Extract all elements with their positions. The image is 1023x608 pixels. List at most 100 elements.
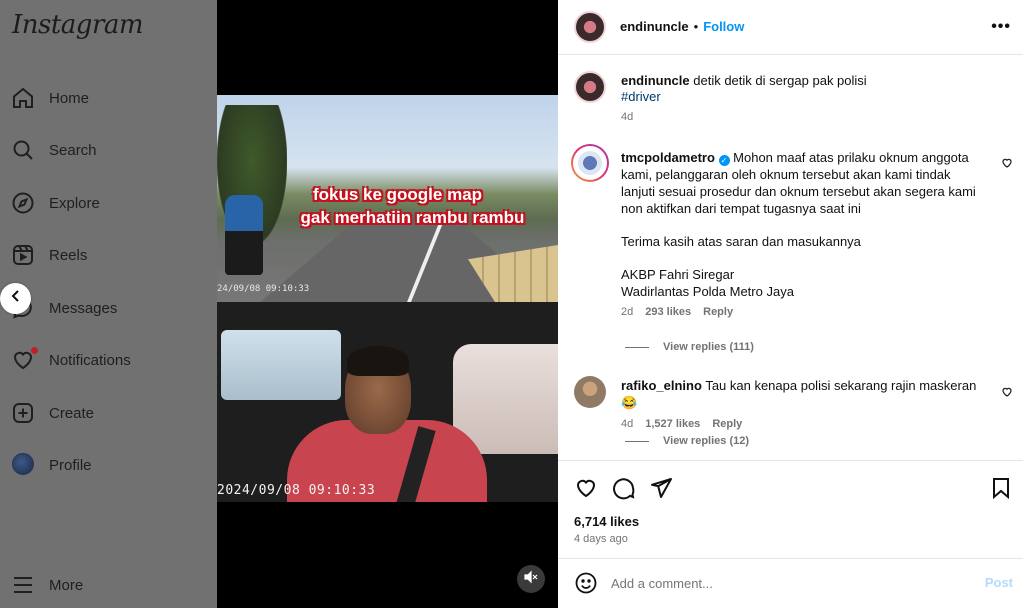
likes-count[interactable]: 6,714 likes — [574, 514, 639, 529]
heart-icon — [11, 347, 38, 372]
post-actions: 6,714 likes 4 days ago — [558, 460, 1023, 558]
comment-line: kami, pelanggaran oleh oknum tersebut ak… — [621, 167, 951, 182]
comment-meta: 2d 293 likes Reply — [621, 306, 991, 318]
sidebar-item-label: Create — [49, 404, 95, 422]
caption-age: 4d — [621, 111, 634, 123]
video-caption-line1: fokus ke google map — [312, 185, 483, 204]
caption-text: detik detik di sergap pak polisi — [693, 73, 867, 88]
video-timestamp-top: 24/09/08 09:10:33 — [217, 284, 310, 294]
mute-button[interactable] — [517, 565, 545, 593]
dashcam-road-frame: fokus ke google map gak merhatiin rambu … — [217, 95, 558, 302]
comment-line: Terima kasih atas saran dan masukannya — [621, 234, 861, 249]
add-comment-input[interactable] — [611, 576, 911, 591]
post-header: endinuncle • Follow ••• — [558, 0, 1023, 55]
instagram-logo[interactable]: Instagram — [12, 10, 144, 40]
comment-username[interactable]: tmcpoldametro — [621, 150, 715, 165]
avatar — [12, 453, 34, 475]
search-icon — [11, 138, 35, 162]
speaker-muted-icon — [524, 570, 538, 589]
comment-avatar-ring[interactable] — [571, 144, 609, 182]
compass-icon — [11, 191, 35, 215]
comment-age: 4d — [621, 418, 634, 430]
separator: • — [693, 19, 699, 34]
sidebar-item-profile[interactable]: Profile — [0, 445, 217, 485]
emoji-smiley-icon[interactable] — [574, 571, 598, 595]
bookmark-icon[interactable] — [989, 476, 1013, 500]
divider — [625, 440, 649, 442]
comment-likes[interactable]: 293 likes — [645, 306, 691, 318]
sidebar-item-label: Profile — [49, 456, 92, 474]
profile-avatar — [12, 453, 36, 477]
sidebar-item-more[interactable]: More — [0, 565, 217, 605]
post-date: 4 days ago — [574, 533, 628, 545]
comment-meta: 4d 1,527 likes Reply — [621, 418, 991, 430]
video-caption-line2: gak merhatiin rambu rambu — [300, 208, 525, 227]
like-comment-heart-icon[interactable] — [1001, 156, 1013, 168]
sidebar-item-reels[interactable]: Reels — [0, 235, 217, 275]
hashtag-link[interactable]: #driver — [621, 89, 1001, 104]
view-replies-button[interactable]: View replies (12) — [625, 435, 749, 447]
previous-post-button[interactable] — [0, 283, 31, 314]
chevron-left-icon — [9, 289, 23, 308]
comment-1: tmcpoldametro ✓ Mohon maaf atas prilaku … — [621, 149, 991, 318]
view-replies-label: View replies (111) — [663, 341, 754, 353]
home-icon — [11, 86, 35, 110]
like-comment-heart-icon[interactable] — [1001, 385, 1013, 397]
comment-2: rafiko_elnino Tau kan kenapa polisi seka… — [621, 377, 991, 430]
comment-bar: Post — [558, 558, 1023, 608]
author-username[interactable]: endinuncle — [620, 19, 689, 34]
follow-button[interactable]: Follow — [703, 19, 744, 34]
view-replies-button[interactable]: View replies (111) — [625, 341, 754, 353]
video-timestamp-bottom: 2024/09/08 09:10:33 — [217, 483, 376, 498]
sidebar-item-label: Reels — [49, 246, 88, 264]
author-row: endinuncle • Follow — [620, 19, 744, 34]
more-horizontal-icon: ••• — [991, 18, 1011, 35]
more-options-button[interactable]: ••• — [991, 18, 1011, 36]
author-avatar[interactable] — [574, 11, 606, 43]
post-comment-button[interactable]: Post — [985, 575, 1013, 590]
sidebar-item-label: Search — [49, 141, 97, 159]
comment-age: 2d — [621, 306, 634, 318]
sidebar-item-search[interactable]: Search — [0, 130, 217, 170]
comment-line: non aktifkan dari tempat tugasnya saat i… — [621, 201, 861, 216]
comment-avatar[interactable] — [574, 376, 606, 408]
reels-icon — [11, 243, 35, 267]
comment-line: Wadirlantas Polda Metro Jaya — [621, 284, 794, 299]
driver-hair — [347, 346, 409, 376]
caption-author-avatar[interactable] — [574, 71, 606, 103]
sidebar-item-label: Messages — [49, 299, 118, 317]
comment-likes[interactable]: 1,527 likes — [645, 418, 700, 430]
comment-line: Mohon maaf atas prilaku oknum anggota — [733, 150, 969, 165]
cabin-window-left — [221, 330, 341, 400]
verified-badge-icon: ✓ — [718, 155, 730, 166]
post-details-panel: endinuncle • Follow ••• endinuncle detik… — [558, 0, 1023, 608]
sidebar-item-create[interactable]: Create — [0, 393, 217, 433]
post-caption: endinuncle detik detik di sergap pak pol… — [621, 72, 1001, 123]
comment-icon[interactable] — [612, 476, 636, 500]
police-logo — [578, 151, 602, 175]
share-send-icon[interactable] — [649, 476, 673, 500]
sidebar-item-label: Explore — [49, 194, 100, 212]
sidebar-item-label: Home — [49, 89, 90, 107]
sidebar-item-home[interactable]: Home — [0, 78, 217, 118]
divider — [625, 346, 649, 348]
like-heart-icon[interactable] — [574, 476, 598, 500]
comment-line: AKBP Fahri Siregar — [621, 267, 735, 282]
sidebar: Instagram Home Search Explore Reels Mess… — [0, 0, 217, 608]
reply-button[interactable]: Reply — [703, 306, 733, 318]
view-replies-label: View replies (12) — [663, 435, 750, 447]
hamburger-icon — [11, 573, 35, 597]
sidebar-item-label: More — [49, 576, 84, 594]
comment-username[interactable]: rafiko_elnino — [621, 378, 702, 393]
dashcam-cabin-frame: 2024/09/08 09:10:33 — [217, 302, 558, 502]
caption-username[interactable]: endinuncle — [621, 73, 690, 88]
reply-button[interactable]: Reply — [712, 418, 742, 430]
sidebar-item-messages[interactable]: Messages — [0, 288, 217, 328]
comment-line: lanjuti sesuai prosedur dan oknum terseb… — [621, 184, 976, 199]
sidebar-item-label: Notifications — [49, 351, 131, 369]
avatar — [573, 146, 607, 180]
post-video[interactable]: fokus ke google map gak merhatiin rambu … — [217, 0, 558, 608]
sidebar-item-notifications[interactable]: Notifications — [0, 340, 217, 380]
motorcycle-rider — [225, 195, 263, 275]
sidebar-item-explore[interactable]: Explore — [0, 183, 217, 223]
